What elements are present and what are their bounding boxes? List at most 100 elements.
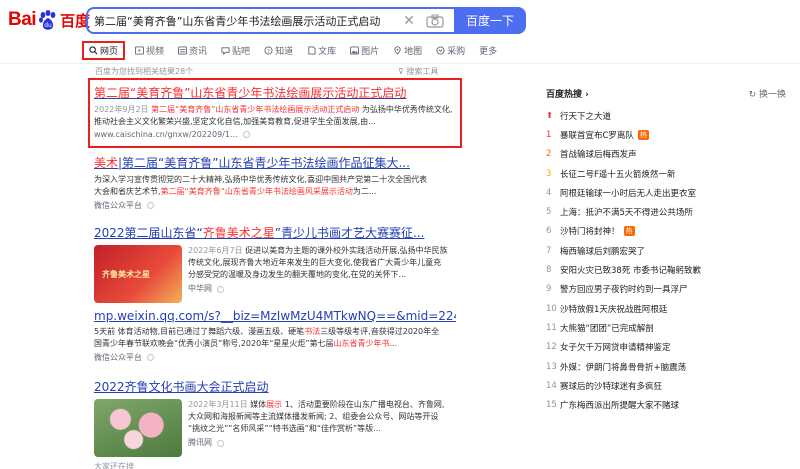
purchase-icon [436,45,445,55]
tab-news[interactable]: 资讯 [178,44,207,57]
search-tools[interactable]: ⊽ 搜索工具 [398,66,438,77]
more-options-icon[interactable] [217,439,224,447]
tab-video[interactable]: 视频 [135,44,164,57]
tab-wenku[interactable]: 文库 [307,44,336,57]
search-box: ✕ [86,7,454,34]
tab-purchase[interactable]: 采购 [436,44,465,57]
result-source[interactable]: 微信公众平台 [94,200,456,211]
result-count: 百度为您找到相关结果28个 [95,67,194,76]
result-thumbnail[interactable]: 齐鲁美术之星 [94,245,182,303]
result-source[interactable]: 腾讯网 [188,437,456,449]
result-thumbnail[interactable] [94,399,182,457]
hot-item[interactable]: 4 阿根廷输球一小时后无人走出更衣室 [546,183,786,202]
logo-text-left: Bai [8,9,37,30]
result-snippet: 2022年6月7日 促进以美育为主题的课外校外实践活动开展,弘扬中华民族 传统文… [188,245,456,295]
hot-badge: 热 [623,226,635,237]
tab-label: 采购 [447,46,466,57]
hot-search-title[interactable]: 百度热搜 › [546,87,589,100]
tab-more[interactable]: 更多 [479,44,497,57]
tab-label: 图片 [361,46,380,57]
hot-item[interactable]: 5 上海：抵沪不满5天不得进公共场所 [546,202,786,221]
hot-search-list: ⬆ 行天下之大道 1 暴联首宣布C罗离队热 2 首战输球后梅西发声 3 长征二号F遥十五… [546,106,786,415]
thumbnail-caption: 齐鲁美术之星 [102,270,150,279]
result-title[interactable]: 2022第二届山东省“齐鲁美术之星”青少儿书画才艺大赛赛征... [94,224,456,241]
result-content: 齐鲁美术之星 2022年6月7日 促进以美育为主题的课外校外实践活动开展,弘扬中… [94,245,456,303]
baidu-logo[interactable]: Bai du 百度 [8,7,90,33]
result-snippet: 为深入学习宣传贯彻党的二十大精神,弘扬中华优秀传统文化,喜迎中国共产党第二十次全… [94,175,428,196]
svg-text:?: ? [267,48,270,54]
hot-item[interactable]: 13 外媒：伊朗门将鼻骨骨折+脑震荡 [546,357,786,376]
tab-tieba[interactable]: 贴吧 [221,44,250,57]
header-divider [0,63,800,64]
hot-item[interactable]: 14 赛球后的沙特球迷有多疯狂 [546,376,786,395]
search-input[interactable] [94,14,400,27]
hot-search-panel: 百度热搜 › ↻ 换一换 ⬆ 行天下之大道 1 暴联首宣布C罗离队热 2 首战输球后梅… [546,86,786,415]
hot-item[interactable]: 3 长征二号F遥十五火箭焕然一新 [546,164,786,183]
hot-item[interactable]: 11 大熊猫“团团”已完成解剖 [546,318,786,337]
camera-icon[interactable] [426,14,444,28]
more-options-icon[interactable] [147,202,154,209]
news-icon [178,45,188,55]
result-title[interactable]: 美术|第二届“美育齐鲁”山东省青少年书法绘画作品征集大... [94,154,456,171]
result-2: 美术|第二届“美育齐鲁”山东省青少年书法绘画作品征集大... 为深入学习宣传贯彻… [94,154,456,211]
hot-item[interactable]: 1 暴联首宣布C罗离队热 [546,125,786,144]
hot-item[interactable]: 12 女子欠千万网贷申请精神鉴定 [546,338,786,357]
hot-item[interactable]: 2 首战输球后梅西发声 [546,145,786,164]
tab-label: 更多 [479,46,498,57]
hot-item[interactable]: 6 沙特门将封神！热 [546,222,786,241]
more-options-icon[interactable] [217,285,224,293]
tab-web[interactable]: 网页 [82,40,126,60]
result-title[interactable]: mp.weixin.qq.com/s?__biz=MzIwMzU4MTkwNQ=… [94,309,456,323]
result-source[interactable]: www.caischina.cn/gnxw/202209/1... [94,130,456,139]
search-tabs: 网页 视频 资讯 贴吧 ? 知道 文库 图片 地图 采购 更多 [82,40,511,60]
result-title[interactable]: 2022齐鲁文化书画大会正式启动 [94,378,456,395]
hot-item[interactable]: 15 广东梅西派出所提醒大家不赌球 [546,395,786,414]
hot-item[interactable]: 10 沙特放假1天庆祝战胜阿根廷 [546,299,786,318]
pin-icon: ⬆ [546,110,554,121]
tab-label: 地图 [404,46,423,57]
more-options-icon[interactable] [242,131,250,138]
hot-item[interactable]: 9 警方回应男子夜钓时约到一具浮尸 [546,280,786,299]
tab-label: 视频 [146,46,165,57]
result-3: 2022第二届山东省“齐鲁美术之星”青少儿书画才艺大赛赛征... 齐鲁美术之星 … [94,224,456,303]
hot-item[interactable]: ⬆ 行天下之大道 [546,106,786,125]
result-1: 第二届“美育齐鲁”山东省青少年书法绘画展示活动正式启动 2022年9月2日 第二… [94,84,456,139]
result-snippet: 2022年9月2日 第二届“美育齐鲁”山东省青少年书法绘画展示活动正式启动 为弘… [94,105,453,126]
zhidao-icon: ? [264,45,273,54]
hot-item[interactable]: 8 安阳火灾已致38死 市委书记鞠躬致歉 [546,260,786,279]
tab-zhidao[interactable]: ? 知道 [264,44,293,57]
wenku-icon [308,45,316,55]
tab-label: 文库 [318,46,337,57]
result-5: 2022齐鲁文化书画大会正式启动 2022年3月11日 媒体展示 1、活动重要阶… [94,378,456,457]
tab-map[interactable]: 地图 [393,44,422,57]
result-snippet: 2022年3月11日 媒体展示 1、活动重要阶段在山东广播电视台、齐鲁网, 大众… [188,399,456,449]
hot-item[interactable]: 7 梅西输球后刘鹏宏哭了 [546,241,786,260]
result-4: mp.weixin.qq.com/s?__biz=MzIwMzU4MTkwNQ=… [94,309,456,363]
svg-text:du: du [44,22,52,29]
related-searches-label: 大家还在搜 [94,462,134,469]
result-source[interactable]: 微信公众平台 [94,352,456,363]
chevron-right-icon: › [585,89,589,100]
result-source[interactable]: 中华网 [188,283,456,295]
tab-label: 贴吧 [232,46,251,57]
search-tools-label: 搜索工具 [406,67,439,76]
tab-image[interactable]: 图片 [350,44,379,57]
tab-label: 知道 [275,46,294,57]
hot-badge: 热 [637,129,649,140]
tab-label: 资讯 [189,46,208,57]
refresh-icon: ↻ [748,89,757,100]
tab-label: 网页 [100,46,119,57]
video-icon [135,45,145,55]
result-snippet: 5天前 体育活动物,目前已通过了舞蹈六级、漫画五级、硬笔书法三级等级考评,音获得… [94,327,440,348]
clear-icon[interactable]: ✕ [400,13,418,29]
hot-search-header: 百度热搜 › ↻ 换一换 [546,86,786,100]
filter-icon: ⊽ [398,67,404,76]
search-icon [89,45,98,54]
more-options-icon[interactable] [147,354,154,361]
search-bar: ✕ 百度一下 [86,7,526,34]
search-button[interactable]: 百度一下 [454,7,526,34]
paw-icon: du [39,10,56,30]
refresh-button[interactable]: ↻ 换一换 [749,87,786,100]
result-content: 2022年3月11日 媒体展示 1、活动重要阶段在山东广播电视台、齐鲁网, 大众… [94,399,456,457]
result-title[interactable]: 第二届“美育齐鲁”山东省青少年书法绘画展示活动正式启动 [94,84,456,101]
